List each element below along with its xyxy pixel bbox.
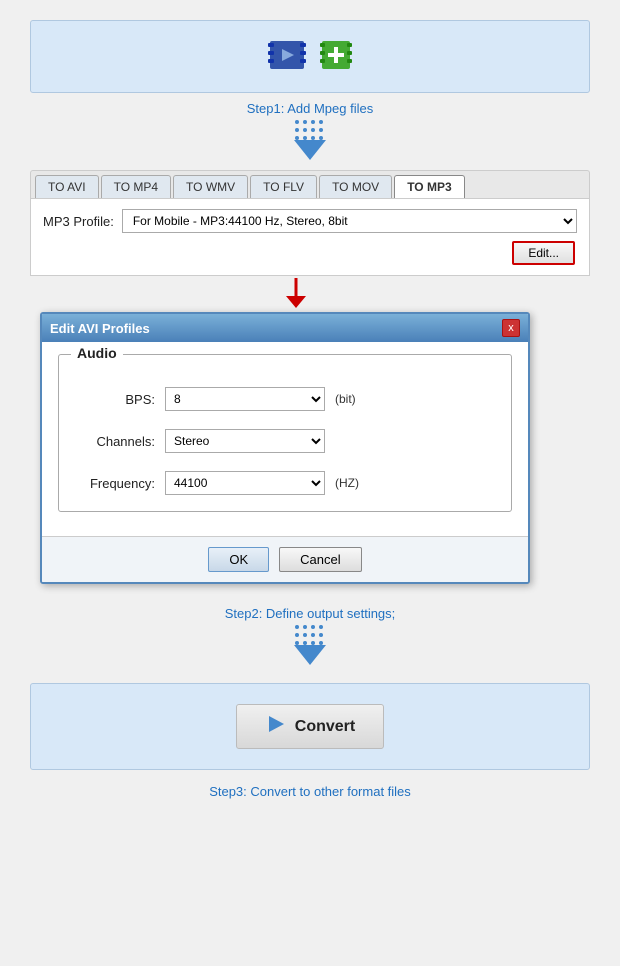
step1-label: Step1: Add Mpeg files — [247, 101, 373, 116]
convert-button[interactable]: Convert — [236, 704, 384, 749]
frequency-unit: (HZ) — [335, 476, 359, 490]
step2-label: Step2: Define output settings; — [225, 606, 396, 621]
edit-btn-row: Edit... — [43, 241, 577, 265]
dialog-title: Edit AVI Profiles — [50, 321, 150, 336]
ok-button[interactable]: OK — [208, 547, 269, 572]
cancel-button[interactable]: Cancel — [279, 547, 361, 572]
bps-row: BPS: 8 16 24 32 (bit) — [75, 387, 495, 411]
tabs-row: TO AVI TO MP4 TO WMV TO FLV TO MOV TO MP… — [30, 170, 590, 198]
step3-label: Step3: Convert to other format files — [209, 784, 411, 799]
dialog-close-button[interactable]: x — [502, 319, 520, 337]
edit-button[interactable]: Edit... — [512, 241, 575, 265]
profile-row: MP3 Profile: For Mobile - MP3:44100 Hz, … — [43, 209, 577, 233]
red-arrow — [284, 278, 336, 308]
channels-select[interactable]: Stereo Mono — [165, 429, 325, 453]
frequency-row: Frequency: 44100 22050 11025 8000 (HZ) — [75, 471, 495, 495]
profile-label: MP3 Profile: — [43, 214, 114, 229]
frequency-select[interactable]: 44100 22050 11025 8000 — [165, 471, 325, 495]
step2-area: Step2: Define output settings; — [30, 598, 590, 669]
video-file-icon — [268, 39, 306, 74]
play-triangle-icon — [265, 713, 287, 740]
profile-select[interactable]: For Mobile - MP3:44100 Hz, Stereo, 8bit … — [122, 209, 577, 233]
tab-to-avi[interactable]: TO AVI — [35, 175, 99, 198]
tab-to-mp4[interactable]: TO MP4 — [101, 175, 171, 198]
convert-panel: Convert — [30, 683, 590, 770]
convert-label: Convert — [295, 718, 355, 736]
channels-label: Channels: — [75, 434, 155, 449]
bps-label: BPS: — [75, 392, 155, 407]
arrow-down-2 — [294, 625, 326, 665]
tab-to-flv[interactable]: TO FLV — [250, 175, 317, 198]
audio-group: Audio BPS: 8 16 24 32 (bit) — [58, 354, 512, 512]
frequency-label: Frequency: — [75, 476, 155, 491]
step1-panel — [30, 20, 590, 93]
dialog-overlay: Edit AVI Profiles x Audio BPS: 8 16 24 3… — [30, 312, 590, 584]
tab-to-wmv[interactable]: TO WMV — [173, 175, 248, 198]
edit-avi-profiles-dialog: Edit AVI Profiles x Audio BPS: 8 16 24 3… — [40, 312, 530, 584]
bps-unit: (bit) — [335, 392, 356, 406]
dialog-footer: OK Cancel — [42, 536, 528, 582]
bps-select[interactable]: 8 16 24 32 — [165, 387, 325, 411]
channels-row: Channels: Stereo Mono — [75, 429, 495, 453]
arrow-down-1 — [294, 120, 326, 160]
tab-to-mp3[interactable]: TO MP3 — [394, 175, 464, 198]
dialog-body: Audio BPS: 8 16 24 32 (bit) — [42, 342, 528, 536]
dialog-titlebar: Edit AVI Profiles x — [42, 314, 528, 342]
add-file-icon — [320, 39, 352, 74]
audio-group-legend: Audio — [71, 345, 123, 361]
settings-panel: MP3 Profile: For Mobile - MP3:44100 Hz, … — [30, 198, 590, 276]
tab-to-mov[interactable]: TO MOV — [319, 175, 392, 198]
